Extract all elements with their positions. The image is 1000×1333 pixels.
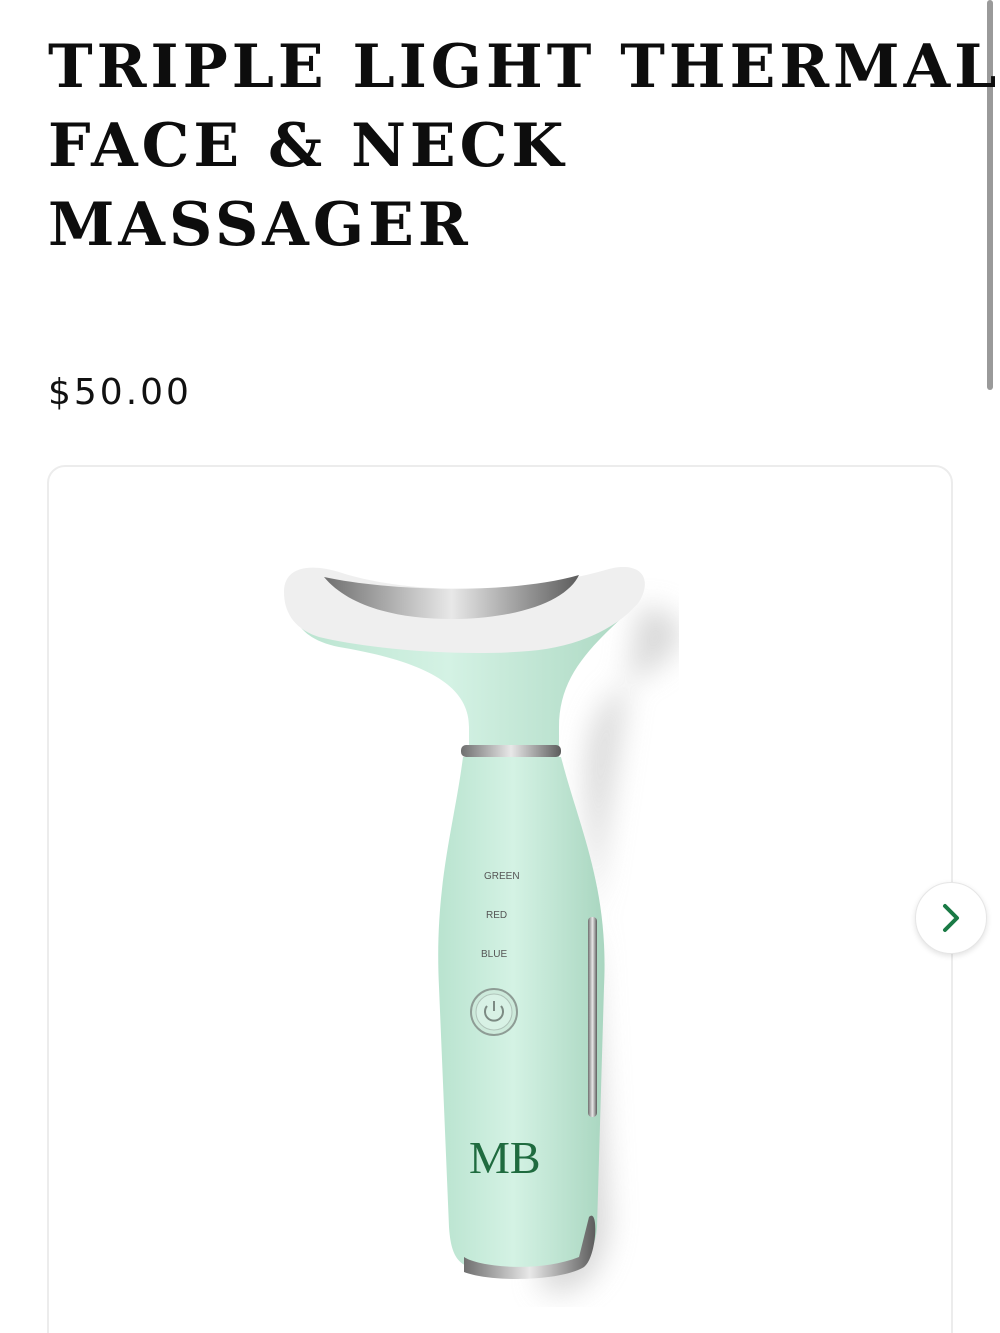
device-label-blue: BLUE (481, 949, 507, 960)
brand-logo: MB (469, 1132, 541, 1183)
product-title-line-1: TRIPLE LIGHT THERMAL (48, 32, 1000, 102)
product-image-gallery[interactable]: GREEN RED BLUE MB (47, 465, 953, 1333)
chevron-right-icon (943, 904, 959, 932)
product-title-line-2: FACE & NECK (48, 111, 568, 181)
gallery-next-button[interactable] (915, 882, 987, 954)
product-title: TRIPLE LIGHT THERMAL FACE & NECK MASSAGE… (48, 28, 1000, 265)
device-power-icon (470, 988, 518, 1036)
product-title-line-3: MASSAGER (48, 190, 472, 260)
product-price: $50.00 (48, 372, 192, 413)
device-label-green: GREEN (484, 871, 520, 882)
device-label-red: RED (486, 910, 507, 921)
product-image: GREEN RED BLUE MB (284, 567, 679, 1293)
